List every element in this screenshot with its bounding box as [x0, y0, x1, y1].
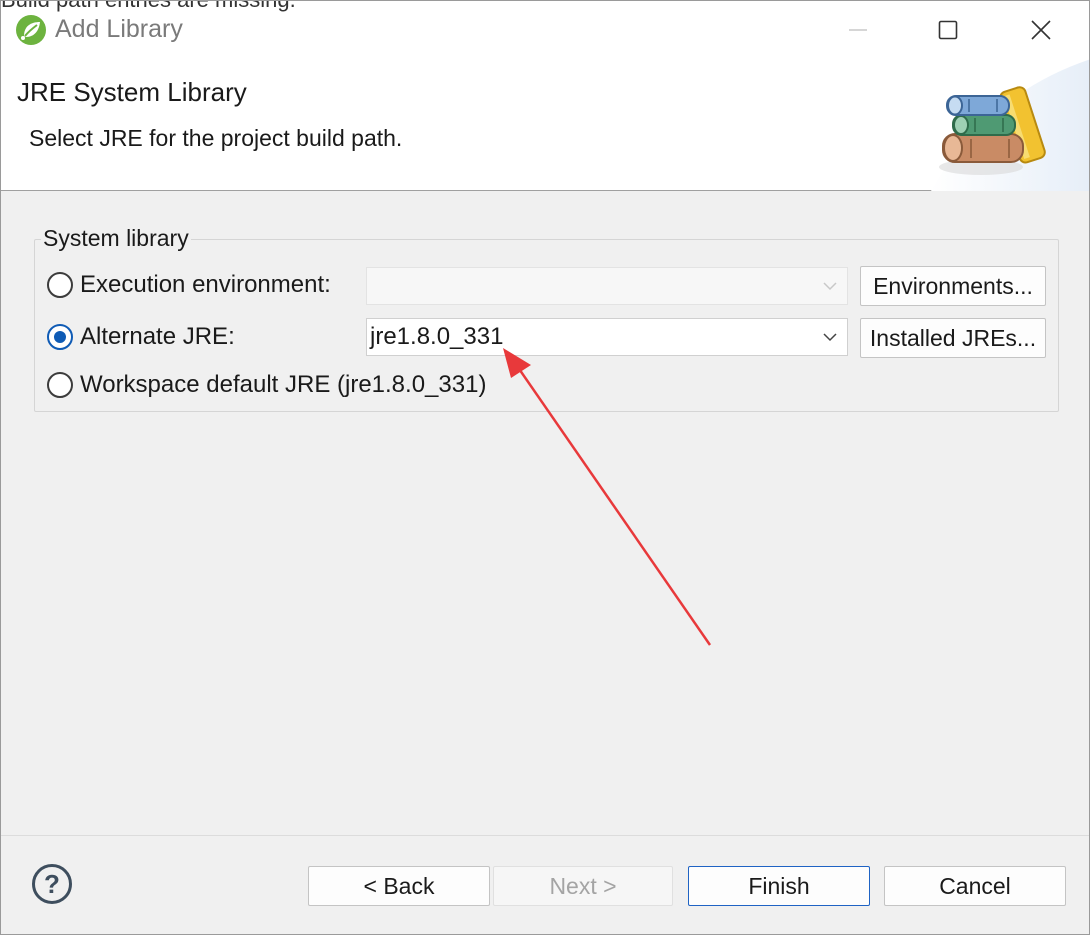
page-title: JRE System Library — [17, 77, 247, 107]
books-icon — [931, 59, 1089, 191]
execution-environment-label[interactable]: Execution environment: — [80, 271, 331, 299]
execution-environment-combo[interactable] — [366, 267, 848, 305]
title-bar[interactable]: Build path entries are missing. Add Libr… — [1, 1, 1089, 59]
cancel-button[interactable]: Cancel — [884, 866, 1066, 906]
system-library-group-label: System library — [41, 225, 191, 252]
environments-button[interactable]: Environments... — [860, 266, 1046, 306]
maximize-icon — [938, 20, 958, 40]
workspace-default-jre-label[interactable]: Workspace default JRE (jre1.8.0_331) — [80, 371, 486, 399]
minimize-icon — [849, 29, 867, 31]
alternate-jre-radio[interactable] — [47, 324, 73, 350]
back-button[interactable]: < Back — [308, 866, 490, 906]
background-window-text: Build path entries are missing. — [1, 1, 296, 13]
chevron-down-icon — [823, 282, 837, 291]
alternate-jre-value: jre1.8.0_331 — [370, 323, 504, 350]
close-button[interactable] — [996, 1, 1086, 59]
installed-jres-button[interactable]: Installed JREs... — [860, 318, 1046, 358]
minimize-button[interactable] — [813, 1, 903, 59]
page-description: Select JRE for the project build path. — [29, 125, 403, 151]
spring-leaf-icon — [16, 15, 46, 45]
finish-button[interactable]: Finish — [688, 866, 870, 906]
close-icon — [1031, 20, 1051, 40]
add-library-dialog: Build path entries are missing. Add Libr… — [0, 0, 1090, 935]
execution-environment-radio[interactable] — [47, 272, 73, 298]
alternate-jre-combo[interactable]: jre1.8.0_331 — [366, 318, 848, 356]
next-button[interactable]: Next > — [493, 866, 673, 906]
help-icon[interactable]: ? — [32, 864, 72, 904]
alternate-jre-label[interactable]: Alternate JRE: — [80, 323, 235, 351]
workspace-default-jre-radio[interactable] — [47, 372, 73, 398]
header-banner: JRE System Library Select JRE for the pr… — [1, 59, 1089, 191]
footer-divider — [1, 835, 1089, 836]
chevron-down-icon — [823, 333, 837, 342]
maximize-button[interactable] — [903, 1, 993, 59]
window-title: Add Library — [55, 15, 183, 43]
